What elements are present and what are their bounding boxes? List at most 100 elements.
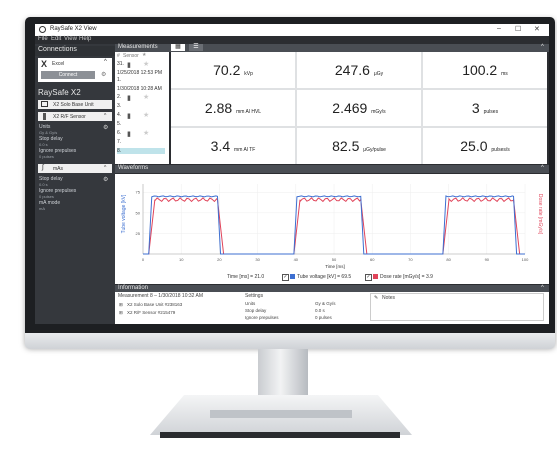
star-icon[interactable]: ★ [143,129,149,137]
sensor1-item[interactable]: X2 R/F Sensor ^ [38,112,112,121]
tile-value: 70.2 [213,62,241,78]
y-tick-label: 50 [136,210,141,215]
close-button[interactable]: ✕ [534,25,540,33]
star-icon[interactable]: ★ [143,111,149,119]
list-item[interactable]: 2. [117,94,121,100]
x-tick-label: 20 [217,257,222,262]
collapse-icon[interactable]: ^ [541,165,544,171]
window-title: RaySafe X2 View [50,26,97,32]
tile-value: 3.4 [210,138,231,154]
x-tick-label: 0 [142,257,145,262]
information-panel: Measurement 8 – 1/30/2018 10:32 AM ⊞ X2 … [115,292,549,324]
base-unit-item[interactable]: X2 Solo Base Unit [38,100,112,109]
star-icon[interactable]: ★ [143,93,149,101]
expand-icon[interactable]: ⊞ [119,302,123,308]
settings-gear-icon[interactable]: ⚙ [103,176,108,183]
settings-gear-icon[interactable]: ⚙ [101,71,106,78]
waveform-panel: 0 10 20 30 40 50 60 70 80 90 100 75 50 25 Tube volta… [115,174,549,284]
maximize-button[interactable]: ☐ [515,25,521,33]
device-entry: X2 Solo Base Unit #238163 [127,302,183,307]
sensor-icon: ▮ [127,62,131,69]
list-date: 1/25/2018 12:53 PM [117,70,163,76]
connections-header: Connections [35,46,115,56]
tile-unit: μGy/pulse [363,147,386,153]
x-tick-label: 40 [294,257,299,262]
information-title: Information [118,285,149,291]
setting-value: 0.0 s [39,142,48,147]
list-item[interactable]: 5. [117,121,121,127]
star-icon[interactable]: ★ [143,60,149,68]
menu-file[interactable]: File [38,36,48,42]
notes-box[interactable]: ✎ Notes [370,293,544,321]
tile-unit: mm Al TF [234,147,256,153]
notes-icon: ✎ [374,295,379,301]
waveform-chart: 0 10 20 30 40 50 60 70 80 90 100 75 50 25 Tube volta… [121,184,543,269]
measurement-title: Measurement 8 – 1/30/2018 10:32 AM [118,293,204,299]
list-item[interactable]: 6. [117,130,121,136]
setting-label: Stop delay [245,308,267,313]
x-ticks: 0 10 20 30 40 50 60 70 80 90 100 [142,257,529,262]
list-item[interactable]: 3. [117,103,121,109]
raysafe-header: RaySafe X2 [38,88,81,97]
tile-dose-rate: 2.469 mGy/s [297,90,421,126]
sensor-icon: ▮ [127,131,131,138]
x-tick-label: 80 [446,257,451,262]
x-tick-label: 90 [485,257,490,262]
chevron-up-icon[interactable]: ^ [104,59,107,65]
sidebar: Connections X Excel ^ Connect ⚙ RaySafe … [35,44,115,324]
y-axis-label-left: Tube voltage [kV] [121,194,127,233]
tile-unit: mGy/s [371,109,386,115]
setting-value: Gy & Gy/s [39,130,58,135]
app-window: RaySafe X2 View – ☐ ✕ File Edit View Hel… [35,24,549,324]
menu-view[interactable]: View [64,36,77,42]
tile-value: 2.88 [204,100,233,116]
tile-kvp: 70.2 kVp [171,52,295,88]
menu-help[interactable]: Help [79,36,91,42]
voltage-checkbox[interactable]: ✓ [282,274,289,281]
list-item-selected[interactable]: 8. [117,148,165,154]
grid [142,184,526,254]
chevron-up-icon[interactable]: ^ [104,165,106,171]
setting-value: 0.0 s [39,182,48,187]
cursor-readout: Time [ms] = 21.0 [227,274,265,280]
tile-time: 100.2 ms [423,52,547,88]
y-axis-label-right: Dose rate [mGy/s] [537,194,543,235]
sensor-icon: ▮ [127,113,131,120]
collapse-icon[interactable]: ^ [541,44,544,50]
minimize-button[interactable]: – [497,25,501,32]
measurements-header: Measurements ▦ ☰ ^ [115,44,549,52]
dose-checkbox[interactable]: ✓ [365,274,372,281]
setting-value: 0.0 s [315,308,325,313]
list-item[interactable]: 31. [117,61,124,67]
x-tick-label: 100 [522,257,529,262]
grid-view-icon[interactable]: ▦ [171,44,185,51]
setting-value: 0 pulses [39,194,54,199]
setting-value: mA [39,206,45,211]
setting-value: 0 pulses [39,154,54,159]
list-item[interactable]: 1. [117,77,121,83]
collapse-icon[interactable]: ^ [541,285,544,291]
tile-pulses: 3 pulses [423,90,547,126]
list-item[interactable]: 7. [117,139,121,145]
setting-label: Units [245,301,256,306]
sensor2-label: mAs [53,166,63,172]
tile-hvl: 2.88 mm Al HVL [171,90,295,126]
stand-slot [210,410,352,418]
column-header-sensor: Sensor [123,53,139,59]
sensor1-label: X2 R/F Sensor [53,114,86,120]
settings-gear-icon[interactable]: ⚙ [103,124,108,131]
connect-button[interactable]: Connect [41,71,95,79]
chevron-up-icon[interactable]: ^ [104,113,106,119]
device-name: Excel [52,61,65,67]
list-view-icon[interactable]: ☰ [189,44,203,51]
setting-value: Gy & Gy/s [315,301,336,306]
menu-edit[interactable]: Edit [51,36,61,42]
monitor-stand-neck [258,349,308,397]
base-unit-icon [41,101,48,107]
tile-value: 82.5 [332,138,360,154]
x-tick-label: 30 [255,257,260,262]
expand-icon[interactable]: ⊞ [119,310,123,316]
setting-label: Ignore prepulses [245,315,279,320]
sensor2-item[interactable]: ∫ mAs ^ [38,164,112,173]
list-item[interactable]: 4. [117,112,121,118]
